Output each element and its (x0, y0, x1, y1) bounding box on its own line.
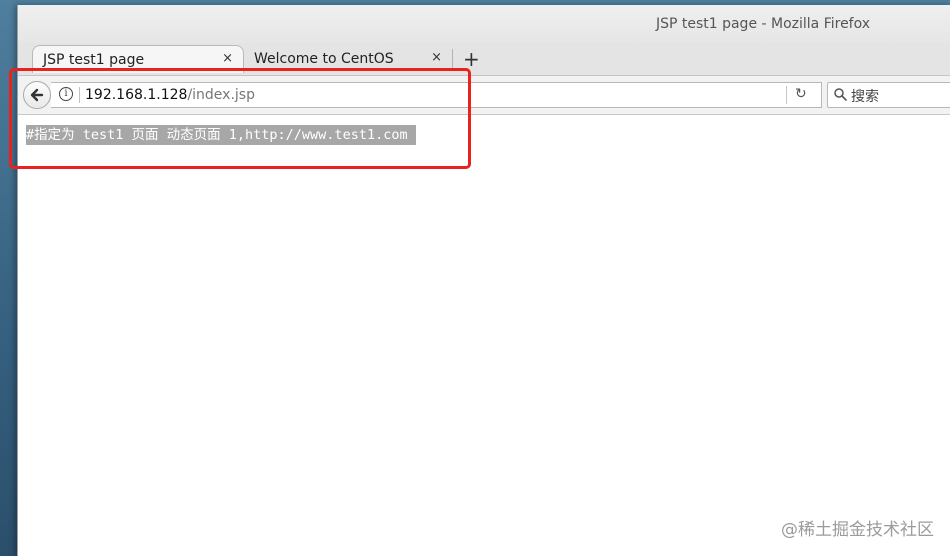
tab-bar: JSP test1 page × Welcome to CentOS × (18, 43, 950, 76)
url-bar[interactable]: i 192.168.1.128/index.jsp ↻ (51, 82, 822, 108)
window-title: JSP test1 page - Mozilla Firefox (655, 16, 871, 32)
close-tab-icon[interactable]: × (431, 50, 442, 65)
search-input[interactable]: 搜索 (827, 82, 950, 108)
title-bar[interactable]: JSP test1 page - Mozilla Firefox (18, 5, 950, 43)
search-icon (834, 88, 847, 101)
tab-welcome-centos[interactable]: Welcome to CentOS × (244, 45, 452, 73)
url-divider (79, 87, 80, 103)
navigation-toolbar: i 192.168.1.128/index.jsp ↻ 搜索 (18, 76, 950, 115)
tab-label: Welcome to CentOS (254, 51, 394, 67)
arrow-left-icon (30, 88, 44, 102)
tab-jsp-test1[interactable]: JSP test1 page × (32, 45, 244, 73)
page-content: #指定为 test1 页面 动态页面 1,http://www.test1.co… (18, 115, 950, 556)
close-tab-icon[interactable]: × (222, 51, 233, 66)
url-divider (786, 86, 787, 104)
url-text[interactable]: 192.168.1.128/index.jsp (85, 87, 255, 103)
selected-page-text[interactable]: #指定为 test1 页面 动态页面 1,http://www.test1.co… (26, 125, 416, 145)
url-path: /index.jsp (187, 87, 255, 103)
info-icon[interactable]: i (59, 87, 73, 101)
search-placeholder: 搜索 (851, 89, 879, 105)
watermark: @稀土掘金技术社区 (781, 520, 934, 540)
reload-icon[interactable]: ↻ (795, 86, 807, 102)
back-button[interactable] (23, 81, 51, 109)
firefox-window: JSP test1 page - Mozilla Firefox JSP tes… (17, 5, 950, 556)
new-tab-button[interactable]: + (463, 47, 480, 71)
tab-label: JSP test1 page (43, 52, 145, 68)
tab-divider (452, 49, 453, 71)
url-host: 192.168.1.128 (85, 87, 188, 103)
